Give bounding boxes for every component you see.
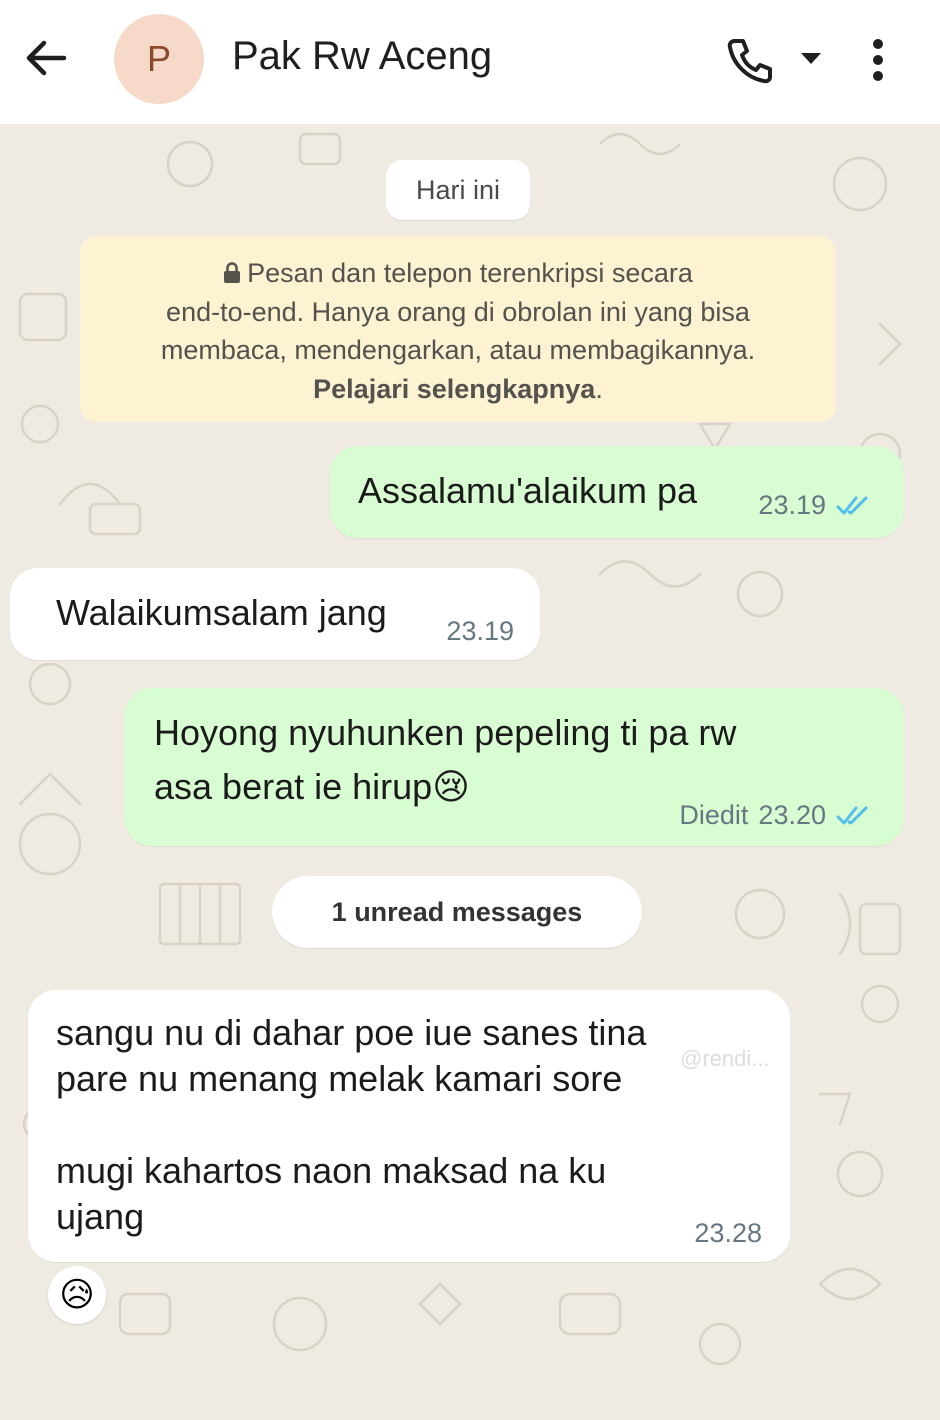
- encryption-notice-period: .: [595, 373, 603, 404]
- double-check-icon: [836, 496, 868, 514]
- date-divider: Hari ini: [386, 160, 530, 220]
- back-arrow-icon: [26, 40, 67, 76]
- avatar-initial: P: [146, 38, 171, 79]
- unread-divider: 1 unread messages: [272, 876, 642, 948]
- message-time: 23.20: [758, 800, 826, 830]
- message-meta: 23.28: [694, 1218, 762, 1249]
- avatar[interactable]: P: [114, 14, 204, 104]
- message-bubble-outgoing[interactable]: Assalamu'alaikum pa 23.19: [330, 446, 904, 538]
- message-meta: 23.19: [758, 490, 872, 521]
- encryption-notice-line3: membaca, mendengarkan, atau membagikanny…: [160, 335, 756, 365]
- watermark: @rendi...: [680, 1046, 770, 1071]
- chat-area[interactable]: Hari ini Pesan dan telepon terenkripsi s…: [0, 124, 940, 1420]
- encryption-notice[interactable]: Pesan dan telepon terenkripsi secara end…: [80, 236, 836, 422]
- encryption-notice-line1: Pesan dan telepon terenkripsi secara: [247, 258, 693, 288]
- message-text: ujang: [56, 1196, 145, 1237]
- more-options-button[interactable]: [856, 30, 900, 90]
- message-meta: Diedit 23.20: [679, 800, 872, 831]
- chat-header: P Pak Rw Aceng: [0, 0, 940, 124]
- sad-face-reaction-emoji: 😥: [59, 1275, 95, 1315]
- message-text: Walaikumsalam jang: [56, 592, 387, 633]
- message-time: 23.19: [446, 616, 514, 646]
- dropdown-caret-icon: [801, 53, 821, 64]
- message-time: 23.28: [694, 1218, 762, 1248]
- double-check-icon: [836, 806, 868, 824]
- call-button[interactable]: [722, 32, 778, 88]
- message-reaction[interactable]: 😥: [48, 1266, 106, 1324]
- message-text: Assalamu'alaikum pa: [358, 470, 698, 511]
- message-text: Hoyong nyuhunken pepeling ti pa rw: [154, 712, 737, 753]
- contact-name[interactable]: Pak Rw Aceng: [232, 34, 492, 79]
- message-time: 23.19: [758, 490, 826, 520]
- message-bubble-outgoing[interactable]: Hoyong nyuhunken pepeling ti pa rw asa b…: [124, 688, 904, 846]
- message-text-line2: asa berat ie hirup: [154, 766, 433, 807]
- edited-label: Diedit: [679, 800, 749, 830]
- message-text: asa berat ie hirup😢: [154, 760, 470, 815]
- message-meta: 23.19: [446, 616, 514, 647]
- phone-icon: [727, 39, 772, 84]
- learn-more-link[interactable]: Pelajari selengkapnya: [313, 374, 595, 404]
- message-text: pare nu menang melak kamari sore: [56, 1058, 623, 1099]
- call-options-dropdown[interactable]: [796, 44, 826, 74]
- back-button[interactable]: [18, 30, 74, 86]
- message-bubble-incoming[interactable]: sangu nu di dahar poe iue sanes tina par…: [28, 990, 790, 1262]
- lock-icon: [224, 262, 241, 283]
- message-bubble-incoming[interactable]: Walaikumsalam jang 23.19: [10, 568, 540, 660]
- encryption-notice-line2: end-to-end. Hanya orang di obrolan ini y…: [166, 296, 750, 327]
- more-vert-icon: [873, 39, 883, 81]
- crying-face-emoji: 😢: [432, 767, 470, 808]
